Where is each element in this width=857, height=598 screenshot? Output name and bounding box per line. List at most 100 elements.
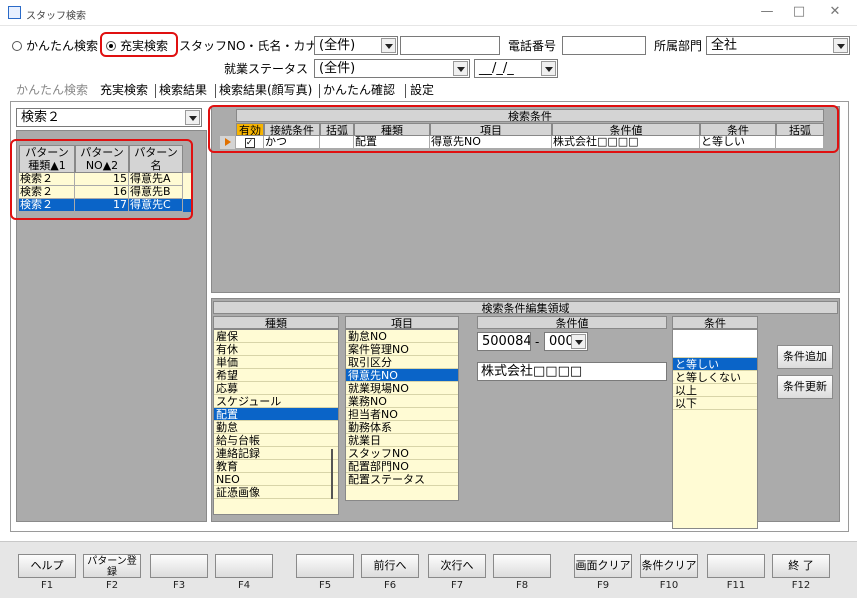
function-key-f5-button[interactable] [296,554,354,578]
staff-input[interactable] [400,36,500,55]
pattern-cell-type: 検索２ [19,173,75,186]
chevron-down-icon[interactable] [541,61,556,76]
item-option[interactable]: 業務NO [346,395,458,408]
tab-search-results-photo[interactable]: 検索結果(顔写真) [219,80,312,100]
item-option[interactable]: 勤務体系 [346,421,458,434]
pattern-row[interactable]: 検索２ 17 得意先C [19,199,191,212]
function-key-f9-button[interactable]: 画面クリア [574,554,632,578]
cond-option[interactable]: と等しくない [673,371,757,384]
kind-option[interactable]: 連絡記録 [214,447,338,460]
window-title: スタッフ検索 [26,11,86,22]
function-key-f8-button[interactable] [493,554,551,578]
kind-list[interactable]: 雇保 有休 単価 希望 応募 スケジュール 配置 勤怠 給与台帳 連絡記録 教育 NEO 証憑画像 [213,329,339,515]
item-option[interactable]: 就業日 [346,434,458,447]
kind-option[interactable]: 有休 [214,343,338,356]
kind-header: 種類 [213,316,339,329]
cond-header-paren-open: 括弧 [320,123,354,136]
cond-option[interactable]: と等しい [673,358,757,371]
function-key-f12-button[interactable]: 終 了 [772,554,830,578]
cond-kind[interactable]: 配置 [354,136,430,149]
code-main-field[interactable]: 500084 [477,332,531,351]
chevron-down-icon[interactable] [833,38,848,53]
kind-option[interactable]: NEO [214,473,338,486]
pattern-cell-name: 得意先C [129,199,183,212]
pattern-cell-type: 検索２ [19,186,75,199]
function-key-f11-button[interactable] [707,554,765,578]
pattern-row[interactable]: 検索２ 15 得意先A [19,173,191,186]
dept-select[interactable]: 全社 [706,36,850,55]
cond-option[interactable] [673,330,757,358]
cond-paren-open[interactable] [320,136,354,149]
tab-quick-check[interactable]: かんたん確認 [323,80,395,100]
kind-option[interactable]: 雇保 [214,330,338,343]
item-list[interactable]: 勤怠NO 案件管理NO 取引区分 得意先NO 就業現場NO 業務NO 担当者NO 勤務体系 就業… [345,329,459,501]
function-key-f4-button[interactable] [215,554,273,578]
staff-type-select[interactable]: (全件) [314,36,398,55]
pattern-row[interactable]: 検索２ 16 得意先B [19,186,191,199]
chevron-down-icon[interactable] [185,110,200,125]
cond-option[interactable]: 以上 [673,384,757,397]
kind-option[interactable]: スケジュール [214,395,338,408]
kind-option[interactable]: 勤怠 [214,421,338,434]
tab-search-results[interactable]: 検索結果 [159,80,207,100]
code-sub-select[interactable]: 000 [544,332,588,351]
cond-list[interactable]: と等しい と等しくない 以上 以下 [672,329,758,529]
kind-option[interactable]: 証憑画像 [214,486,338,499]
conditions-row[interactable]: ✓ かつ 配置 得意先NO 株式会社□□□□ と等しい [220,136,824,149]
conditions-panel: 検索条件 有効 接続条件 括弧 種類 項目 条件値 条件 括弧 ✓ かつ 配置 … [211,106,840,293]
cond-enabled-checkbox[interactable]: ✓ [236,136,264,149]
item-option[interactable]: 案件管理NO [346,343,458,356]
maximize-button[interactable]: □ [784,4,814,19]
tab-full-search[interactable]: 充実検索 [100,80,148,100]
cond-header-enabled: 有効 [236,123,264,136]
cond-item[interactable]: 得意先NO [430,136,552,149]
pattern-selector[interactable]: 検索２ [16,108,202,127]
kind-option[interactable]: 希望 [214,369,338,382]
kind-option[interactable]: 給与台帳 [214,434,338,447]
chevron-down-icon[interactable] [381,38,396,53]
cond-option[interactable]: 以下 [673,397,757,410]
minimize-button[interactable]: — [752,4,782,19]
add-condition-button[interactable]: 条件追加 [777,345,833,369]
chevron-down-icon[interactable] [571,334,586,349]
radio-dot-icon [109,44,113,48]
cond-header-kind: 種類 [354,123,430,136]
phone-input[interactable] [562,36,646,55]
item-option[interactable]: 就業現場NO [346,382,458,395]
function-key-f3-button[interactable] [150,554,208,578]
kind-option[interactable]: 応募 [214,382,338,395]
update-condition-button[interactable]: 条件更新 [777,375,833,399]
pattern-header-name[interactable]: パターン名 [129,145,183,173]
tab-settings[interactable]: 設定 [410,80,434,100]
function-key-f6-button[interactable]: 前行へ [361,554,419,578]
edit-area-title: 検索条件編集領域 [213,301,838,314]
function-key-f7-button[interactable]: 次行へ [428,554,486,578]
item-option[interactable]: 担当者NO [346,408,458,421]
tab-simple-search[interactable]: かんたん検索 [16,80,88,100]
pattern-header-no[interactable]: パターンNO▲2 [75,145,129,173]
chevron-down-icon[interactable] [453,61,468,76]
item-option[interactable]: 勤怠NO [346,330,458,343]
pattern-header-type[interactable]: パターン種類▲1 [19,145,75,173]
item-option[interactable]: スタッフNO [346,447,458,460]
kind-option[interactable]: 教育 [214,460,338,473]
row-pointer-icon [220,136,236,149]
item-option[interactable]: 配置ステータス [346,473,458,486]
kind-option[interactable]: 単価 [214,356,338,369]
cond-op[interactable]: と等しい [700,136,776,149]
function-key-f1-button[interactable]: ヘルプ [18,554,76,578]
item-option[interactable]: 配置部門NO [346,460,458,473]
value-name-field[interactable]: 株式会社□□□□ [477,362,667,381]
function-key-f2-button[interactable]: パターン登録 [83,554,141,578]
cond-connector[interactable]: かつ [264,136,320,149]
close-button[interactable]: ✕ [820,4,850,19]
item-option[interactable]: 取引区分 [346,356,458,369]
function-key-f10-button[interactable]: 条件クリア [640,554,698,578]
employment-select[interactable]: (全件) [314,59,470,78]
kind-scrollbar[interactable] [331,449,333,499]
cond-value[interactable]: 株式会社□□□□ [552,136,700,149]
item-option[interactable]: 得意先NO [346,369,458,382]
cond-paren-close[interactable] [776,136,824,149]
date-select[interactable]: __/_/_ [474,59,558,78]
kind-option[interactable]: 配置 [214,408,338,421]
